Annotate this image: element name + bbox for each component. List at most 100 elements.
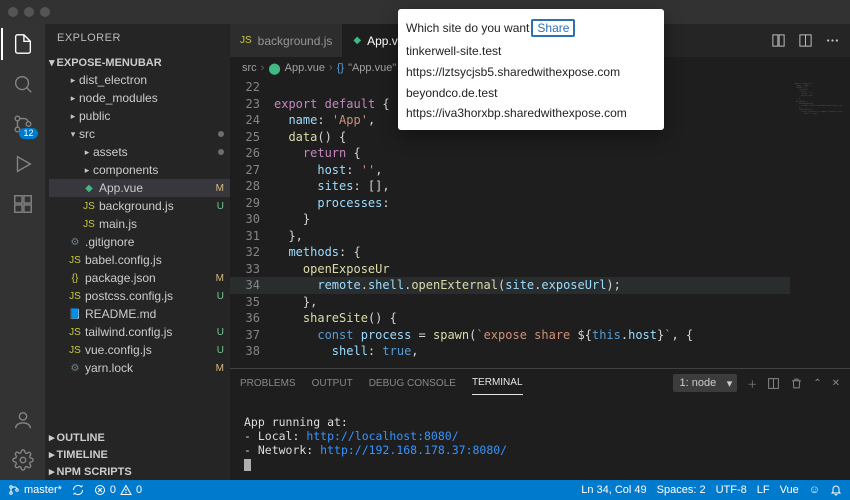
code-line[interactable]: 33 openExposeUr <box>230 261 790 278</box>
split-terminal-icon[interactable] <box>767 377 780 390</box>
terminal-url[interactable]: http://localhost:8080/ <box>306 429 458 443</box>
tab-terminal[interactable]: TERMINAL <box>472 371 523 395</box>
folder-item[interactable]: ▾src <box>49 125 230 143</box>
status-branch[interactable]: master* <box>8 484 62 496</box>
status-encoding[interactable]: UTF-8 <box>716 484 747 496</box>
extensions-icon[interactable] <box>11 192 35 216</box>
file-item[interactable]: JSvue.config.jsU <box>49 341 230 359</box>
editor-tab[interactable]: JSbackground.js <box>230 24 343 57</box>
popup-site-item[interactable]: https://iva3horxbp.sharedwithexpose.com <box>398 103 664 124</box>
terminal-body[interactable]: App running at:- Local: http://localhost… <box>230 397 850 480</box>
line-number: 22 <box>230 79 274 96</box>
git-status: U <box>217 201 224 212</box>
popup-site-item[interactable]: beyondco.de.test <box>398 83 664 104</box>
terminal-line: App running at: <box>244 415 836 429</box>
workspace-root[interactable]: ▾EXPOSE-MENUBAR <box>45 54 230 71</box>
status-errors[interactable]: 0 0 <box>94 484 142 496</box>
popup-prompt: Which site do you want Share <box>398 15 664 41</box>
code-line[interactable]: 35 }, <box>230 294 790 311</box>
code-line[interactable]: 37 const process = spawn(`expose share $… <box>230 327 790 344</box>
scm-icon[interactable]: 12 <box>11 112 35 136</box>
tab-problems[interactable]: PROBLEMS <box>240 372 296 395</box>
folder-item[interactable]: ▸node_modules <box>49 89 230 107</box>
more-icon[interactable] <box>825 33 840 48</box>
chevron-icon: ▸ <box>81 165 93 176</box>
file-label: main.js <box>99 217 230 231</box>
debug-icon[interactable] <box>11 152 35 176</box>
gear-icon[interactable] <box>11 448 35 472</box>
popup-site-item[interactable]: tinkerwell-site.test <box>398 41 664 62</box>
vue-icon: ◆ <box>81 183 97 194</box>
file-item[interactable]: JStailwind.config.jsU <box>49 323 230 341</box>
file-label: public <box>79 109 230 123</box>
status-language[interactable]: Vue <box>780 484 799 496</box>
code-line[interactable]: 34 remote.shell.openExternal(site.expose… <box>230 277 790 294</box>
compare-icon[interactable] <box>771 33 786 48</box>
bottom-panel: PROBLEMS OUTPUT DEBUG CONSOLE TERMINAL 1… <box>230 368 850 480</box>
git-status: M <box>216 183 224 194</box>
js-icon: JS <box>240 35 252 46</box>
folder-item[interactable]: ▸components <box>49 161 230 179</box>
activity-bar: 12 <box>0 24 45 480</box>
status-spaces[interactable]: Spaces: 2 <box>657 484 706 496</box>
code-line[interactable]: 36 shareSite() { <box>230 310 790 327</box>
outline-section[interactable]: ▸OUTLINE <box>45 429 230 446</box>
status-position[interactable]: Ln 34, Col 49 <box>581 484 646 496</box>
file-item[interactable]: {}package.jsonM <box>49 269 230 287</box>
share-button[interactable]: Share <box>531 19 575 37</box>
status-eol[interactable]: LF <box>757 484 770 496</box>
traffic-close[interactable] <box>8 7 18 17</box>
file-item[interactable]: JSbabel.config.js <box>49 251 230 269</box>
code-line[interactable]: 27 host: '', <box>230 162 790 179</box>
file-item[interactable]: JSbackground.jsU <box>49 197 230 215</box>
split-icon[interactable] <box>798 33 813 48</box>
folder-item[interactable]: ▸assets <box>49 143 230 161</box>
status-feedback-icon[interactable]: ☺ <box>809 484 820 496</box>
line-number: 29 <box>230 195 274 212</box>
git-status: M <box>216 363 224 374</box>
minimap[interactable]: export default { name: 'App', data() { r… <box>790 79 850 368</box>
code-line[interactable]: 25 data() { <box>230 129 790 146</box>
code-line[interactable]: 30 } <box>230 211 790 228</box>
traffic-min[interactable] <box>24 7 34 17</box>
code-line[interactable]: 26 return { <box>230 145 790 162</box>
dirty-dot <box>218 131 224 137</box>
file-item[interactable]: 📘README.md <box>49 305 230 323</box>
js-icon: JS <box>81 219 97 230</box>
search-icon[interactable] <box>11 72 35 96</box>
status-sync[interactable] <box>72 484 84 496</box>
explorer-icon[interactable] <box>11 32 35 56</box>
file-label: vue.config.js <box>85 343 217 357</box>
timeline-section[interactable]: ▸TIMELINE <box>45 446 230 463</box>
tab-output[interactable]: OUTPUT <box>312 372 353 395</box>
terminal-selector[interactable]: 1: node ▾ <box>673 374 738 392</box>
file-item[interactable]: JSpostcss.config.jsU <box>49 287 230 305</box>
share-popup: Which site do you want Share tinkerwell-… <box>398 9 664 130</box>
code-line[interactable]: 29 processes: <box>230 195 790 212</box>
npm-section[interactable]: ▸NPM SCRIPTS <box>45 463 230 480</box>
git-status: M <box>216 273 224 284</box>
file-item[interactable]: ⚙yarn.lockM <box>49 359 230 377</box>
account-icon[interactable] <box>11 408 35 432</box>
new-terminal-icon[interactable]: ＋ <box>747 376 757 391</box>
tab-debug-console[interactable]: DEBUG CONSOLE <box>369 372 456 395</box>
maximize-panel-icon[interactable]: ⌃ <box>813 378 821 389</box>
folder-item[interactable]: ▸public <box>49 107 230 125</box>
code-line[interactable]: 32 methods: { <box>230 244 790 261</box>
code-line[interactable]: 31 }, <box>230 228 790 245</box>
trash-icon[interactable] <box>790 377 803 390</box>
traffic-max[interactable] <box>40 7 50 17</box>
terminal-url[interactable]: http://192.168.178.37:8080/ <box>320 443 507 457</box>
chevron-icon: ▸ <box>81 147 93 158</box>
file-item[interactable]: ◆App.vueM <box>49 179 230 197</box>
scm-badge: 12 <box>19 128 37 139</box>
file-item[interactable]: ⚙.gitignore <box>49 233 230 251</box>
folder-item[interactable]: ▸dist_electron <box>49 71 230 89</box>
status-bell-icon[interactable] <box>830 484 842 496</box>
code-line[interactable]: 38 shell: true, <box>230 343 790 360</box>
code-line[interactable]: 28 sites: [], <box>230 178 790 195</box>
file-item[interactable]: JSmain.js <box>49 215 230 233</box>
popup-site-item[interactable]: https://lztsycjsb5.sharedwithexpose.com <box>398 62 664 83</box>
close-panel-icon[interactable]: ✕ <box>832 378 840 389</box>
line-number: 25 <box>230 129 274 146</box>
